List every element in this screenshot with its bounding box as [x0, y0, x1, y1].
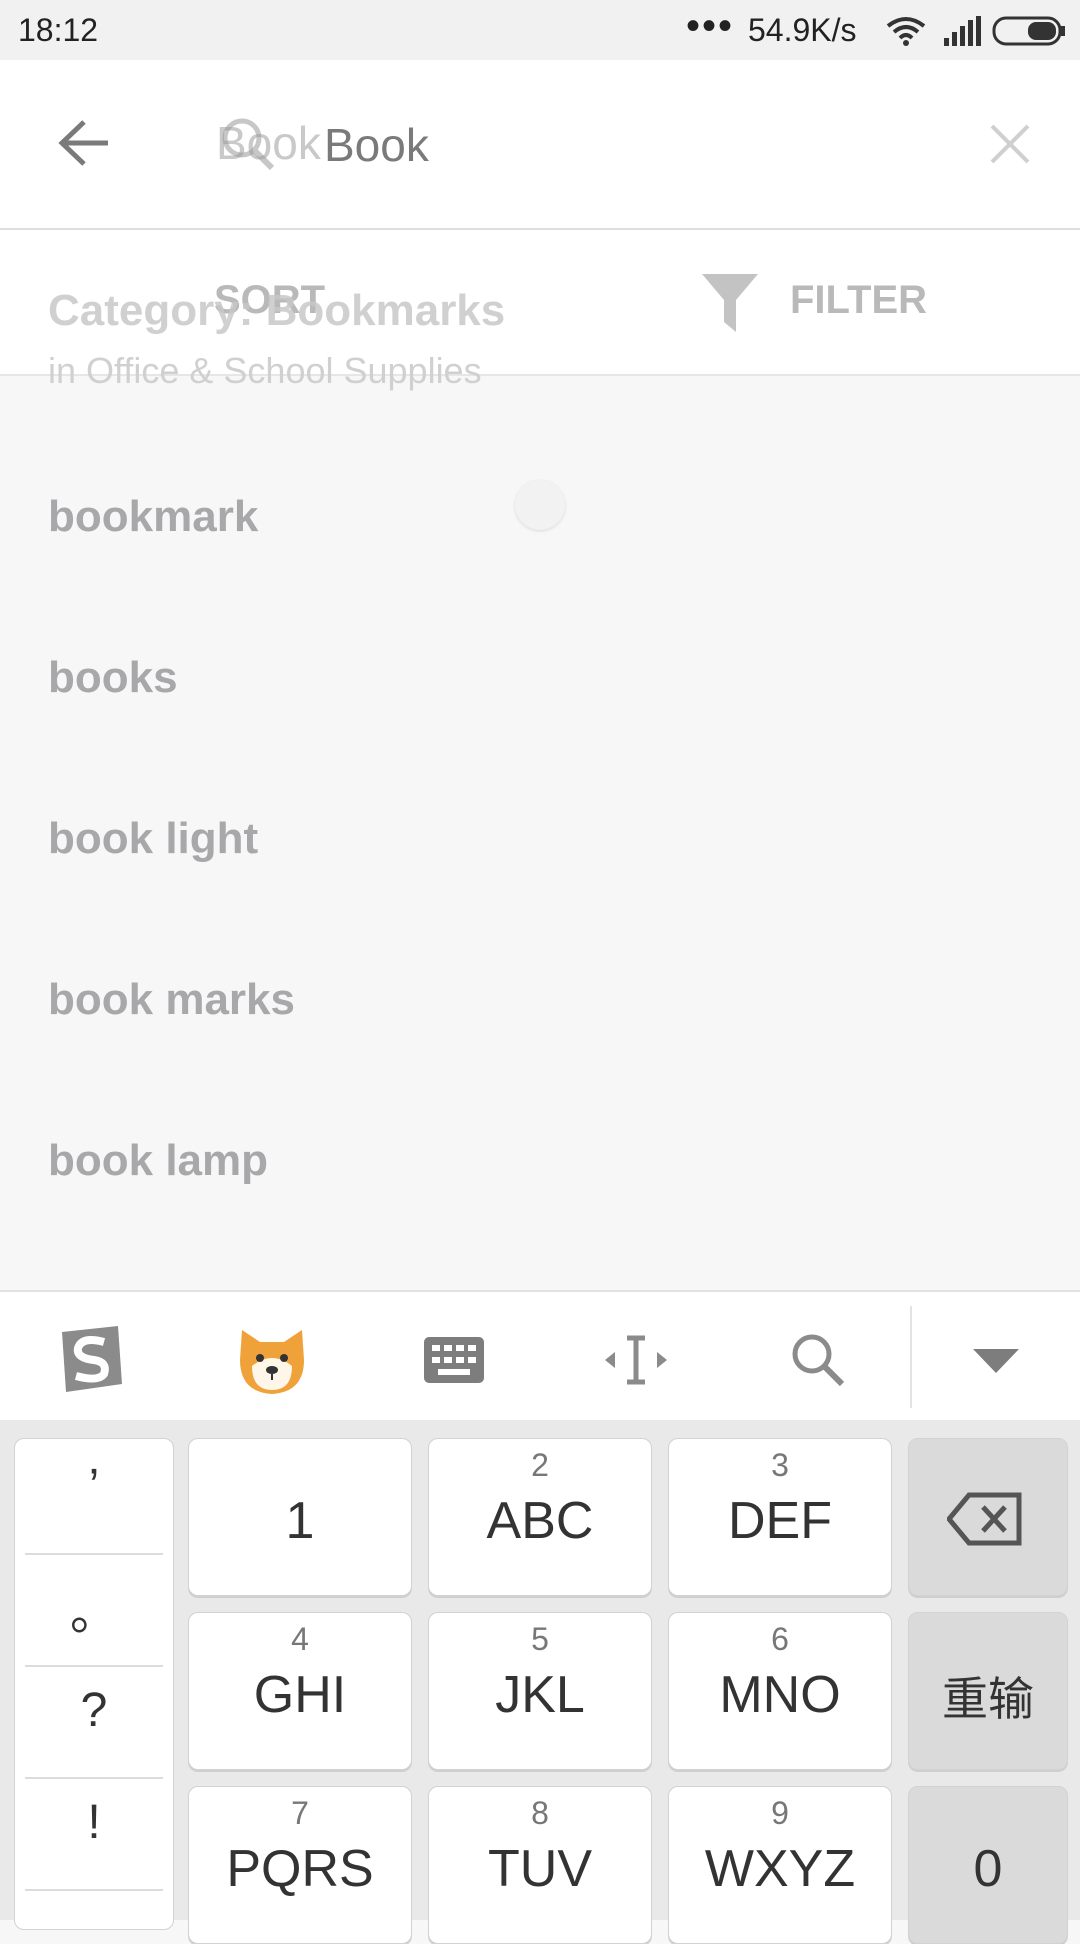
punct-divider — [25, 1777, 163, 1779]
punctuation-column: ’ 。 ? ! — [14, 1438, 174, 1930]
keyboard-toolbar — [0, 1290, 1080, 1422]
battery-icon — [992, 16, 1066, 54]
key-2-abc[interactable]: 2 ABC — [428, 1438, 652, 1596]
toolbar-divider — [910, 1306, 912, 1408]
keyboard-icon[interactable] — [414, 1320, 494, 1400]
search-header: Book Book — [0, 60, 1080, 230]
keypad: ’ 。 ? ! 1 2 ABC 3 DEF 4 GHI 5 JKL 6 MNO … — [0, 1420, 1080, 1944]
wifi-icon — [886, 16, 926, 54]
ime-logo-icon[interactable] — [50, 1320, 130, 1400]
key-3-def[interactable]: 3 DEF — [668, 1438, 892, 1596]
backspace-key[interactable] — [908, 1438, 1068, 1596]
emoji-icon[interactable] — [232, 1320, 312, 1400]
punct-divider — [25, 1665, 163, 1667]
suggestion-item[interactable]: bookmark — [48, 492, 258, 542]
cursor-move-icon[interactable] — [596, 1320, 676, 1400]
search-icon — [218, 114, 278, 179]
punct-divider — [25, 1889, 163, 1891]
reenter-key[interactable]: 重输 — [908, 1612, 1068, 1770]
key-7-pqrs[interactable]: 7 PQRS — [188, 1786, 412, 1944]
status-bar: 18:12 ••• 54.9K/s — [0, 0, 1080, 60]
punct-key[interactable]: ? — [15, 1683, 173, 1738]
punct-key[interactable]: ! — [15, 1795, 173, 1850]
hide-keyboard-icon[interactable] — [956, 1320, 1036, 1400]
loading-spinner — [515, 480, 565, 530]
key-9-wxyz[interactable]: 9 WXYZ — [668, 1786, 892, 1944]
key-1[interactable]: 1 — [188, 1438, 412, 1596]
punct-key[interactable]: 。 — [15, 1573, 173, 1643]
suggestion-item[interactable]: book lamp — [48, 1136, 268, 1186]
category-suggestion[interactable]: Category: Bookmarks — [48, 286, 505, 336]
suggestion-item[interactable]: book light — [48, 814, 258, 864]
search-icon[interactable] — [778, 1320, 858, 1400]
suggestion-item[interactable]: books — [48, 653, 178, 703]
status-time: 18:12 — [18, 12, 99, 48]
key-8-tuv[interactable]: 8 TUV — [428, 1786, 652, 1944]
key-0[interactable]: 0 — [908, 1786, 1068, 1944]
punct-key[interactable]: ’ — [15, 1459, 173, 1514]
category-subtitle: in Office & School Supplies — [48, 350, 482, 391]
punct-divider — [25, 1553, 163, 1555]
key-4-ghi[interactable]: 4 GHI — [188, 1612, 412, 1770]
key-6-mno[interactable]: 6 MNO — [668, 1612, 892, 1770]
search-suggestions: Category: Bookmarks in Office & School S… — [0, 230, 1080, 1290]
search-input[interactable]: Book — [324, 118, 429, 172]
close-icon[interactable] — [988, 122, 1032, 171]
suggestion-item[interactable]: book marks — [48, 975, 295, 1025]
network-speed: 54.9K/s — [748, 12, 857, 48]
status-more-icon: ••• — [686, 4, 735, 48]
backspace-icon — [945, 1491, 1023, 1552]
key-5-jkl[interactable]: 5 JKL — [428, 1612, 652, 1770]
signal-icon — [942, 16, 982, 54]
back-arrow-icon[interactable] — [56, 118, 112, 173]
